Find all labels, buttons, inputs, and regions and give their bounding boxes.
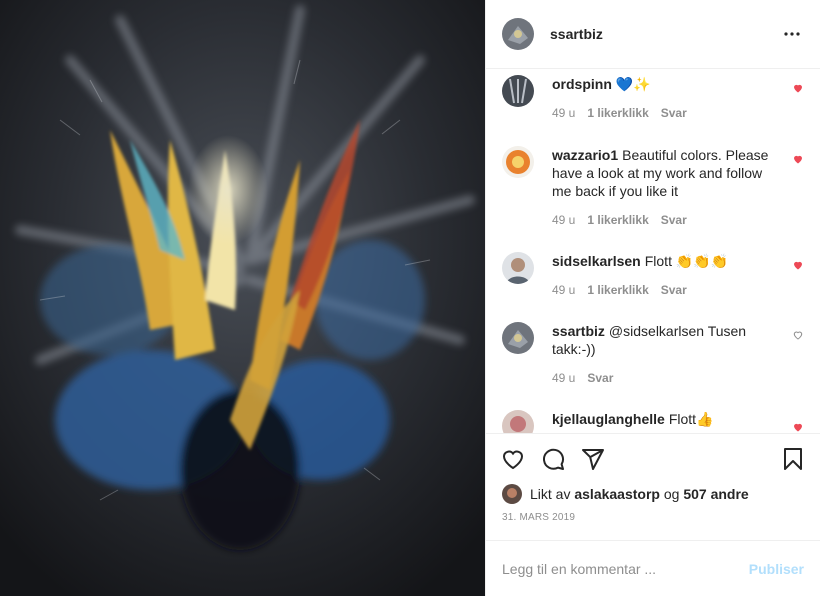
comment-username[interactable]: kjellauglanghelle [552,411,665,427]
comment-meta: 49 u 1 likerklikk Svar [552,213,780,227]
comment-text: kjellauglanghelle Flott👍 [552,410,780,428]
comment-meta: 49 u 1 likerklikk Svar [552,106,780,120]
post-date[interactable]: 31. MARS 2019 [486,512,820,523]
comment-username[interactable]: wazzario1 [552,147,618,163]
bookmark-icon[interactable] [780,446,806,472]
comments-list[interactable]: ordspinn 💙✨ 49 u 1 likerklikk Svar wazza… [486,69,820,433]
likes-prefix: Likt av [530,486,571,502]
instagram-post: ssartbiz ordspinn 💙✨ 49 u 1 likerklikk S… [0,0,820,596]
commenter-avatar[interactable] [502,322,534,355]
comment-item: sidselkarlsen Flott 👏👏👏 49 u 1 likerklikk… [486,252,820,297]
comment-age: 49 u [552,106,576,121]
comment-item: ordspinn 💙✨ 49 u 1 likerklikk Svar [486,75,820,120]
comment-username[interactable]: ordspinn [552,76,612,92]
post-footer: Likt av aslakaastorp og 507 andre 31. MA… [486,433,820,596]
post-sidebar: ssartbiz ordspinn 💙✨ 49 u 1 likerklikk S… [485,0,820,596]
comment-meta: 49 u Svar [552,371,780,385]
add-comment-section: Publiser [486,540,820,596]
likes-summary: Likt av aslakaastorp og 507 andre [486,484,820,504]
comment-text: sidselkarlsen Flott 👏👏👏 [552,252,780,270]
comment-text: ordspinn 💙✨ [552,75,780,93]
action-bar [486,434,820,484]
publish-button[interactable]: Publiser [749,561,804,577]
share-icon[interactable] [580,446,606,472]
comment-username[interactable]: ssartbiz [552,323,605,339]
commenter-avatar[interactable] [502,146,534,179]
commenter-avatar[interactable] [502,75,534,108]
comment-like-count[interactable]: 1 likerklikk [587,213,648,227]
comment-content: Flott 👏👏👏 [644,253,729,270]
comment-item: wazzario1 Beautiful colors. Please have a… [486,146,820,227]
reply-button[interactable]: Svar [661,283,687,297]
comment-username[interactable]: sidselkarlsen [552,253,641,269]
comment-item: kjellauglanghelle Flott👍 [486,410,820,433]
comment-heart-outline-icon[interactable] [792,328,804,341]
comment-like-count[interactable]: 1 likerklikk [587,283,648,297]
comment-text: ssartbiz @sidselkarlsen Tusen takk:-)) [552,322,780,358]
liker-username[interactable]: aslakaastorp [574,486,660,502]
comment-text: wazzario1 Beautiful colors. Please have a… [552,146,780,200]
comment-meta: 49 u 1 likerklikk Svar [552,283,780,297]
comment-age: 49 u [552,283,576,298]
comment-input[interactable] [502,560,749,577]
likes-others-count[interactable]: 507 andre [683,486,748,502]
comment-age: 49 u [552,213,576,228]
comment-heart-icon[interactable] [792,81,804,93]
comment-item: ssartbiz @sidselkarlsen Tusen takk:-)) 49… [486,322,820,385]
comment-content: Flott👍 [668,411,714,428]
heart-icon[interactable] [500,446,526,472]
comment-age: 49 u [552,371,576,386]
abstract-painting [0,0,485,596]
reply-button[interactable]: Svar [661,106,687,120]
reply-button[interactable]: Svar [661,213,687,227]
comment-heart-icon[interactable] [792,152,804,164]
comment-icon[interactable] [540,446,566,472]
author-avatar[interactable] [502,18,534,51]
commenter-avatar[interactable] [502,252,534,285]
comment-heart-icon[interactable] [792,258,804,270]
comment-like-count[interactable]: 1 likerklikk [587,106,648,120]
post-header: ssartbiz [486,0,820,70]
more-options-icon[interactable] [780,22,804,46]
commenter-avatar[interactable] [502,410,534,433]
liker-avatar[interactable] [502,484,522,504]
comment-content: 💙✨ [615,76,651,93]
author-username[interactable]: ssartbiz [550,26,780,42]
reply-button[interactable]: Svar [587,371,613,385]
comment-heart-icon[interactable] [792,420,804,432]
likes-joiner: og [663,486,680,502]
post-image[interactable] [0,0,485,596]
